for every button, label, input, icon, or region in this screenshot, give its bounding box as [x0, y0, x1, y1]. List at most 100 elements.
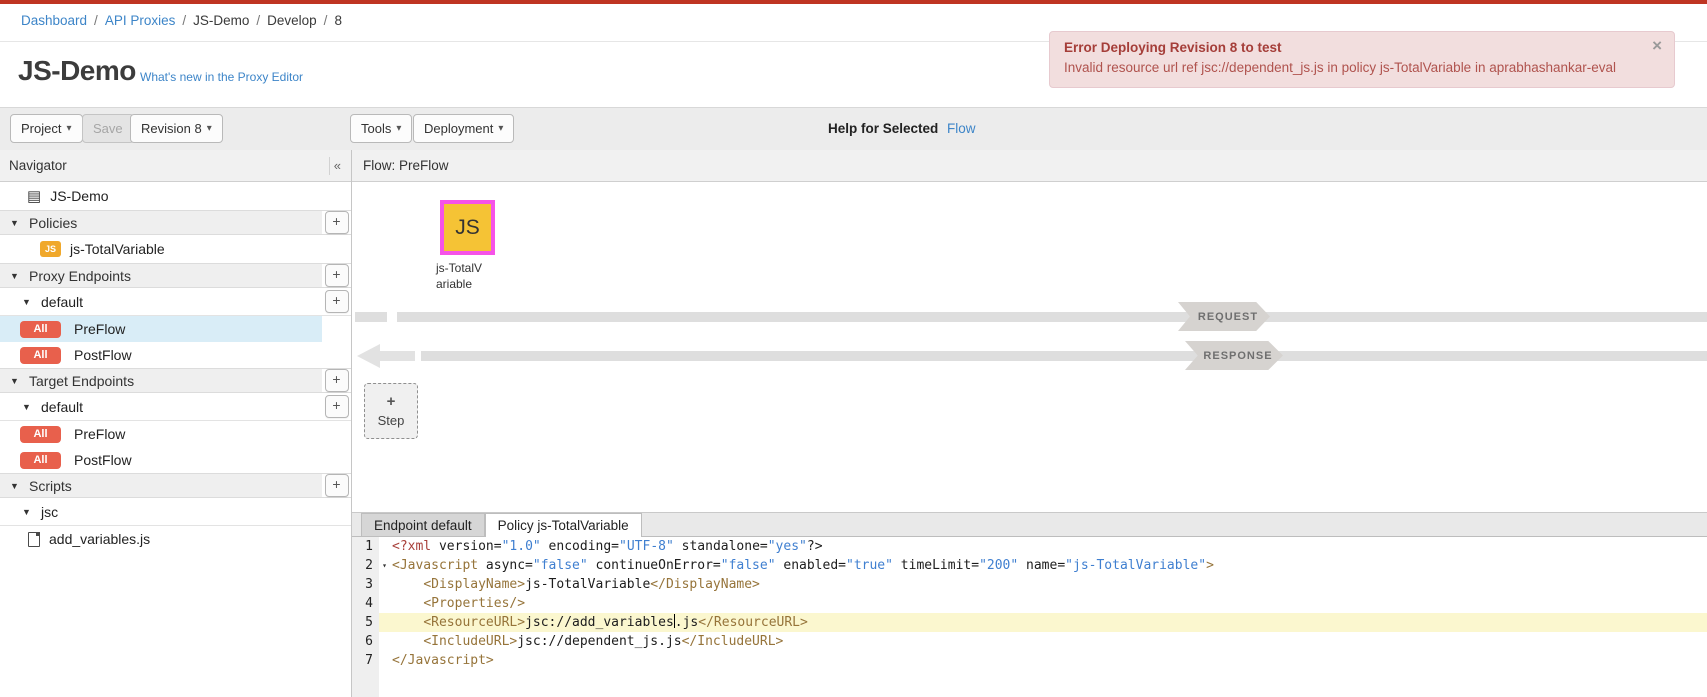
triangle-down-icon[interactable]: ▼ [22, 402, 32, 412]
fold-triangle-icon[interactable]: ▾ [379, 556, 390, 575]
nav-row-policies[interactable]: ▼Policies+ [0, 210, 351, 235]
nav-gutter: + [322, 369, 351, 392]
code-line-7: 7</Javascript> [352, 651, 1707, 670]
nav-row-preflow[interactable]: All PreFlow [0, 316, 351, 342]
nav-gutter [322, 342, 351, 368]
all-conditions-badge: All [20, 321, 61, 338]
add-button[interactable]: + [325, 211, 349, 234]
nav-row-add-variables-js[interactable]: add_variables.js [0, 526, 351, 552]
nav-row-default[interactable]: ▼default+ [0, 288, 351, 316]
tools-dropdown-button[interactable]: Tools ▾ [350, 114, 412, 143]
code-text: <DisplayName>js-TotalVariable</DisplayNa… [390, 575, 1707, 594]
nav-row-jsc[interactable]: ▼ jsc [0, 498, 351, 526]
request-flow-stub [355, 312, 387, 322]
nav-item-content[interactable]: AllPostFlow [0, 447, 322, 473]
flow-help-link[interactable]: Flow [947, 121, 976, 136]
nav-item-content[interactable]: All PreFlow [0, 421, 322, 447]
nav-item-label: Proxy Endpoints [29, 268, 131, 284]
nav-item-label: add_variables.js [49, 531, 150, 547]
project-dropdown-button[interactable]: Project ▾ [10, 114, 83, 143]
add-button[interactable]: + [325, 290, 349, 313]
deployment-dropdown-button[interactable]: Deployment ▾ [413, 114, 514, 143]
triangle-down-icon[interactable]: ▼ [22, 297, 32, 307]
code-line-1: 1<?xml version="1.0" encoding="UTF-8" st… [352, 537, 1707, 556]
triangle-down-icon[interactable]: ▼ [22, 507, 32, 517]
nav-item-label: Scripts [29, 478, 72, 494]
triangle-down-icon[interactable]: ▼ [10, 218, 20, 228]
request-ribbon: REQUEST [1178, 302, 1270, 331]
nav-row-js-demo[interactable]: ▤JS-Demo [0, 182, 351, 210]
js-policy-node[interactable]: JS [440, 200, 495, 255]
add-button[interactable]: + [325, 264, 349, 287]
plus-icon: + [387, 394, 396, 411]
triangle-down-icon[interactable]: ▼ [10, 271, 20, 281]
nav-row-default[interactable]: ▼default+ [0, 393, 351, 421]
nav-item-content[interactable]: ▼Policies [0, 211, 322, 234]
nav-row-postflow[interactable]: All PostFlow [0, 342, 351, 368]
nav-row-scripts[interactable]: ▼ Scripts + [0, 473, 351, 498]
add-button[interactable]: + [325, 369, 349, 392]
breadcrumb-item-dashboard[interactable]: Dashboard [21, 13, 87, 28]
code-editor[interactable]: 1<?xml version="1.0" encoding="UTF-8" st… [352, 537, 1707, 697]
nav-gutter: + [322, 264, 351, 287]
nav-gutter: + [322, 474, 351, 497]
code-line-3: 3 <DisplayName>js-TotalVariable</Display… [352, 575, 1707, 594]
nav-item-content[interactable]: JSjs-TotalVariable [0, 235, 322, 263]
triangle-down-icon[interactable]: ▼ [10, 481, 20, 491]
code-text: <?xml version="1.0" encoding="UTF-8" sta… [390, 537, 1707, 556]
error-message: Invalid resource url ref jsc://dependent… [1064, 58, 1628, 78]
close-icon[interactable]: × [1652, 37, 1662, 54]
response-ribbon: RESPONSE [1185, 341, 1283, 370]
line-number: 6 [352, 632, 379, 651]
error-title: Error Deploying Revision 8 to test [1064, 40, 1628, 55]
nav-row-preflow[interactable]: All PreFlow [0, 421, 351, 447]
breadcrumb-item-api-proxies[interactable]: API Proxies [105, 13, 176, 28]
line-number: 3 [352, 575, 379, 594]
nav-item-label: PostFlow [74, 347, 132, 363]
code-line-4: 4 <Properties/> [352, 594, 1707, 613]
nav-item-label: PostFlow [74, 452, 132, 468]
nav-row-proxy-endpoints[interactable]: ▼ Proxy Endpoints + [0, 263, 351, 288]
add-button[interactable]: + [325, 395, 349, 418]
nav-item-content[interactable]: ▼default [0, 288, 322, 315]
nav-item-label: js-TotalVariable [70, 241, 165, 257]
nav-row-target-endpoints[interactable]: ▼Target Endpoints+ [0, 368, 351, 393]
nav-item-content[interactable]: ▼ Proxy Endpoints [0, 264, 322, 287]
nav-item-content[interactable]: ▼ Scripts [0, 474, 322, 497]
whats-new-link[interactable]: What's new in the Proxy Editor [140, 70, 303, 84]
nav-item-content[interactable]: All PostFlow [0, 342, 322, 368]
fold-spacer [379, 613, 390, 632]
add-button[interactable]: + [325, 474, 349, 497]
nav-item-content[interactable]: All PreFlow [0, 316, 322, 342]
nav-row-postflow[interactable]: AllPostFlow [0, 447, 351, 473]
nav-item-content[interactable]: ▤JS-Demo [0, 182, 322, 210]
nav-item-content[interactable]: ▼default [0, 393, 322, 420]
fold-spacer [379, 594, 390, 613]
all-conditions-badge: All [20, 347, 61, 364]
collapse-panel-icon[interactable]: « [329, 157, 345, 175]
navigator-tree: ▤JS-Demo▼Policies+JSjs-TotalVariable▼Pro… [0, 182, 351, 697]
tab-endpoint-default[interactable]: Endpoint default [361, 513, 485, 536]
save-button[interactable]: Save [82, 114, 134, 143]
add-step-button[interactable]: + Step [364, 383, 418, 439]
revision-dropdown-button[interactable]: Revision 8 ▾ [130, 114, 223, 143]
nav-item-label: jsc [41, 504, 58, 520]
code-text: <ResourceURL>jsc://add_variables.js</Res… [390, 613, 1707, 632]
nav-item-content[interactable]: add_variables.js [0, 526, 322, 552]
all-conditions-badge: All [20, 426, 61, 443]
triangle-down-icon[interactable]: ▼ [10, 376, 20, 386]
nav-row-js-totalvariable[interactable]: JSjs-TotalVariable [0, 235, 351, 263]
nav-item-label: PreFlow [74, 321, 125, 337]
fold-spacer [379, 537, 390, 556]
toolbar: Project ▾ Save Revision 8 ▾ Tools ▾ Depl… [0, 107, 1707, 151]
nav-item-content[interactable]: ▼Target Endpoints [0, 369, 322, 392]
code-line-5: 5 <ResourceURL>jsc://add_variables.js</R… [352, 613, 1707, 632]
fold-spacer [379, 632, 390, 651]
nav-item-label: PreFlow [74, 426, 125, 442]
tab-policy-js-totalvariable[interactable]: Policy js-TotalVariable [485, 513, 642, 537]
line-number: 5 [352, 613, 379, 632]
nav-item-content[interactable]: ▼ jsc [0, 498, 322, 525]
code-editor-panel: Endpoint defaultPolicy js-TotalVariable … [352, 512, 1707, 697]
breadcrumb: Dashboard/API Proxies/JS-Demo/Develop/8 [21, 13, 342, 28]
nav-gutter: + [322, 288, 351, 315]
